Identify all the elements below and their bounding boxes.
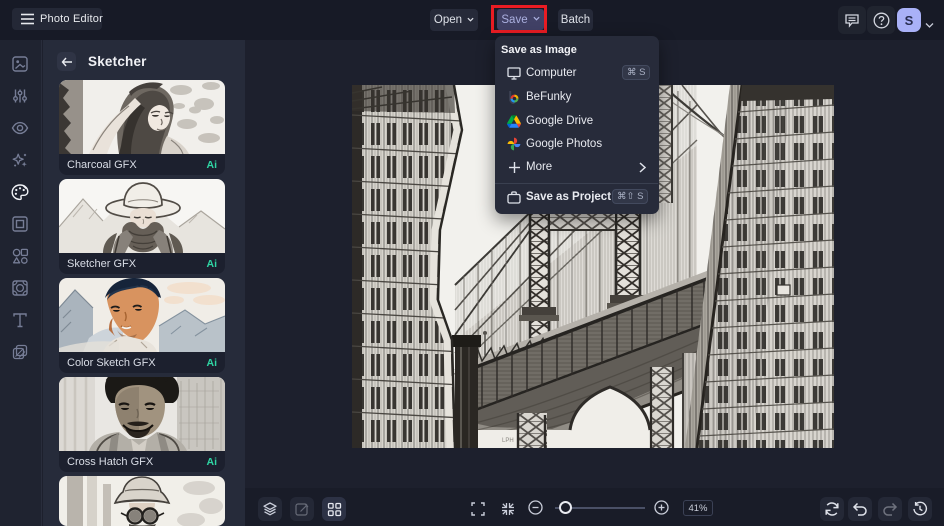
svg-text:LPH: LPH [502, 438, 514, 444]
